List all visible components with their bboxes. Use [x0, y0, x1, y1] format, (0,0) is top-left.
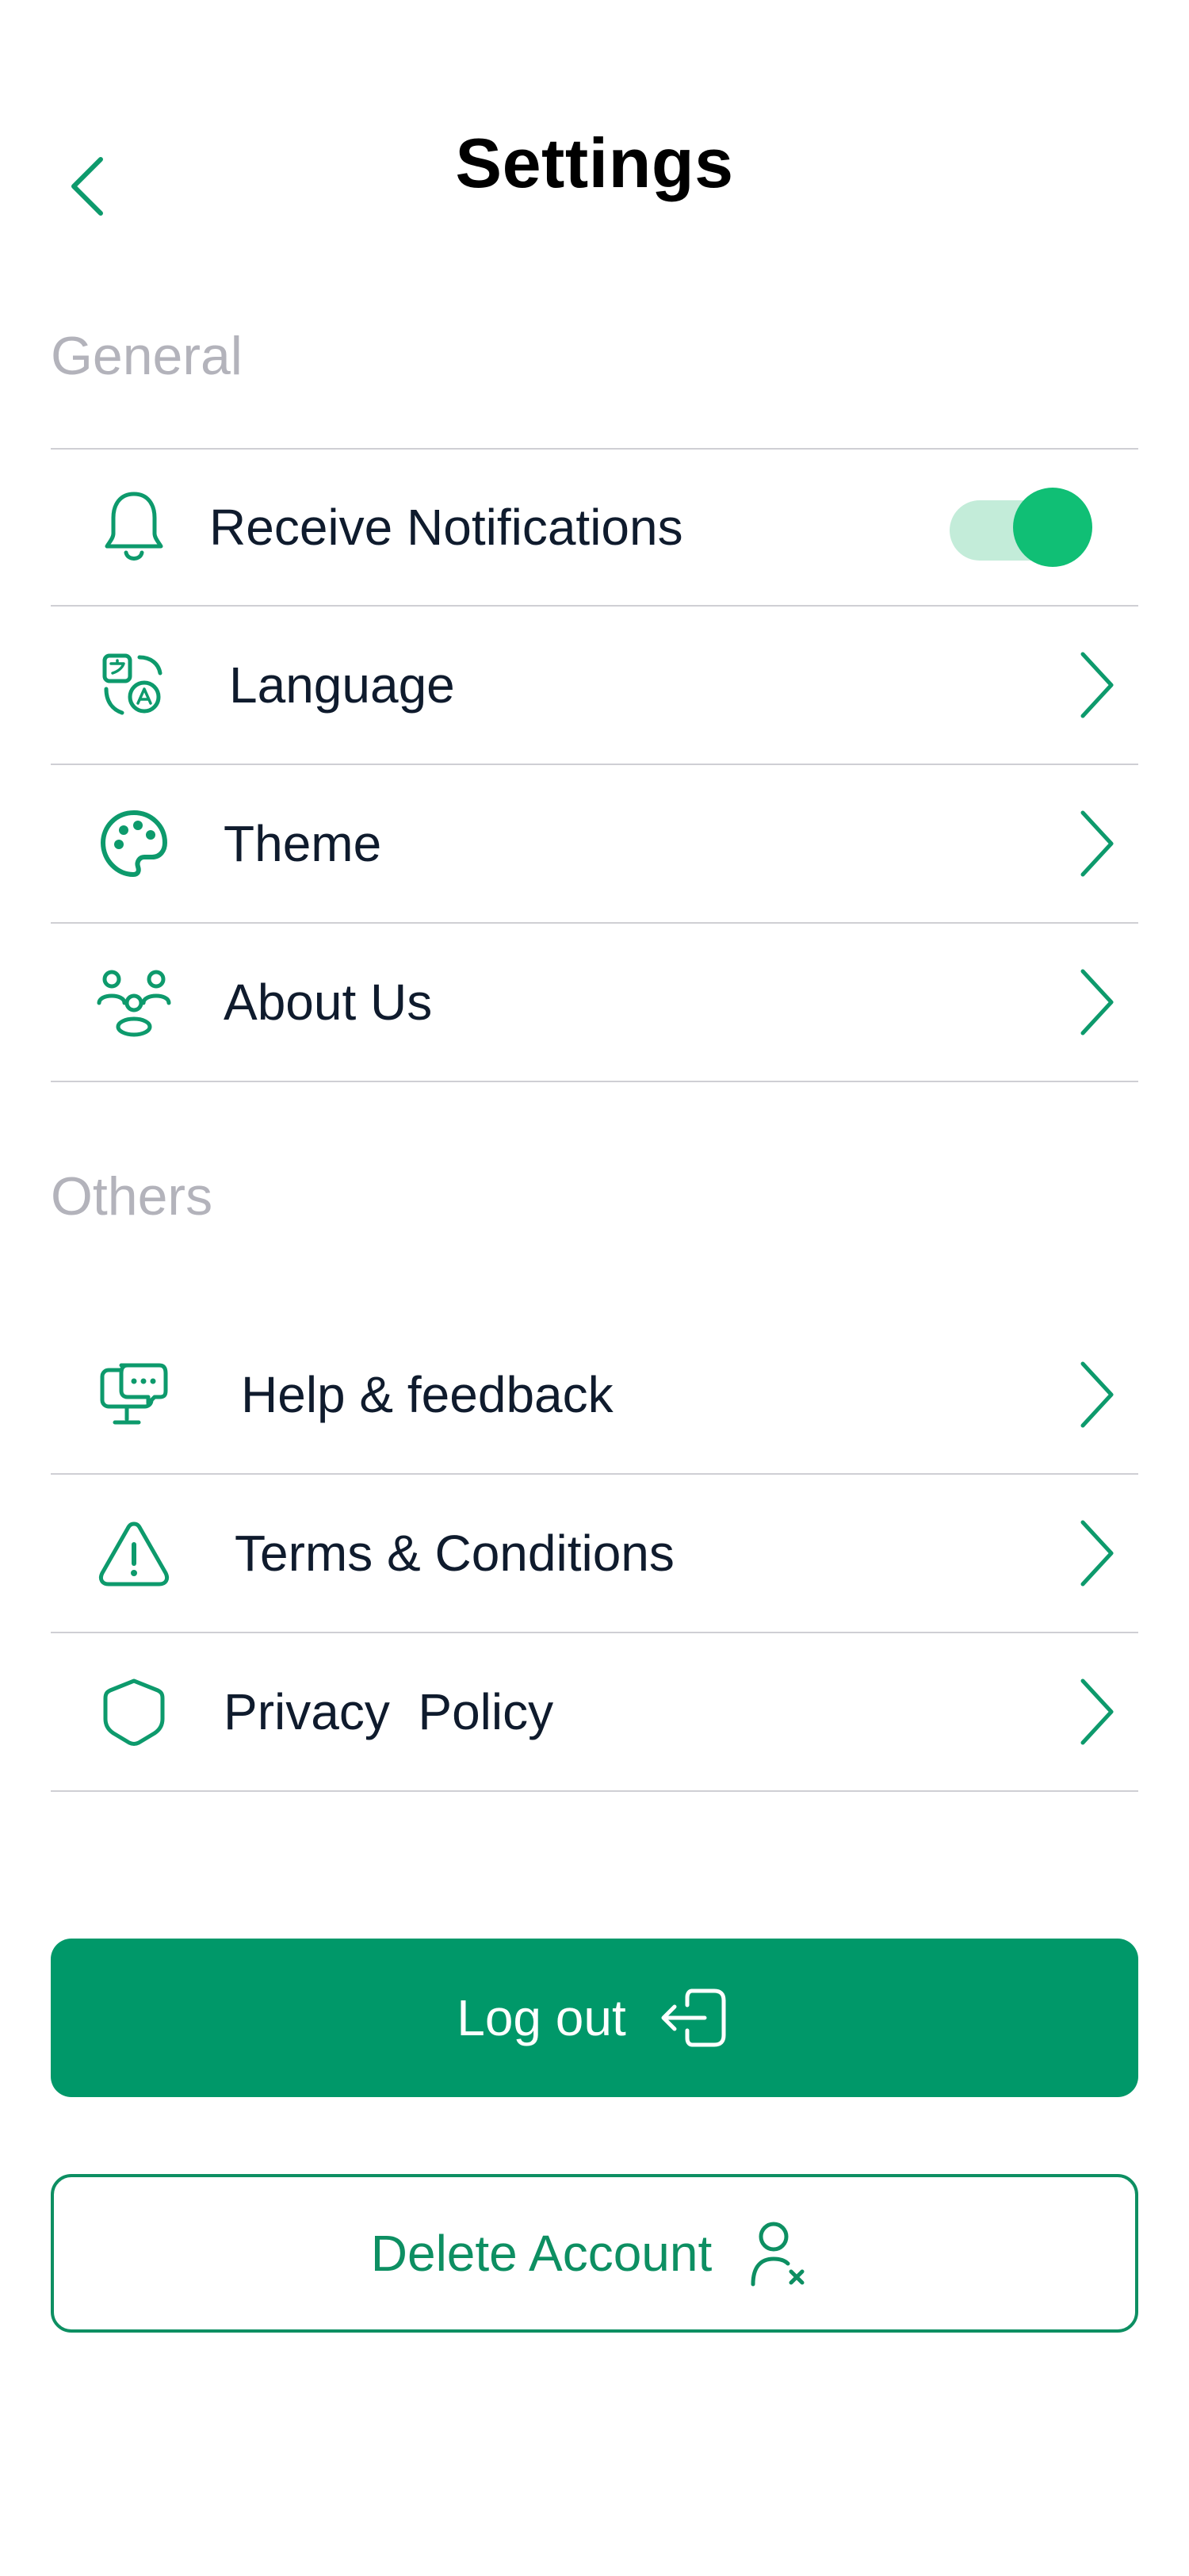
toggle-knob [1013, 488, 1092, 567]
settings-item-label: Theme [224, 815, 382, 872]
section-label-general: General [51, 326, 243, 386]
section-label-others: Others [51, 1166, 213, 1227]
logout-button[interactable]: Log out [51, 1939, 1138, 2097]
delete-account-label: Delete Account [370, 2225, 713, 2282]
notifications-toggle[interactable] [950, 488, 1092, 567]
chevron-right-icon [1080, 1520, 1114, 1587]
settings-item-label: About Us [224, 974, 433, 1031]
logout-label: Log out [457, 1989, 626, 2046]
settings-item-help-feedback[interactable]: Help & feedback [51, 1316, 1138, 1475]
translate-icon [94, 645, 174, 725]
bell-icon [94, 488, 174, 567]
shield-icon [94, 1672, 174, 1751]
logout-icon [653, 1978, 732, 2057]
settings-item-label: Receive Notifications [209, 499, 683, 556]
header: Settings [0, 0, 1189, 333]
settings-item-terms[interactable]: Terms & Conditions [51, 1475, 1138, 1633]
settings-item-label: Terms & Conditions [235, 1525, 675, 1582]
settings-item-language[interactable]: Language [51, 607, 1138, 765]
people-group-icon [94, 963, 174, 1042]
settings-item-label: Language [229, 656, 455, 714]
settings-item-theme[interactable]: Theme [51, 765, 1138, 924]
warning-triangle-icon [94, 1514, 174, 1593]
delete-account-button[interactable]: Delete Account [51, 2174, 1138, 2333]
chevron-right-icon [1080, 810, 1114, 877]
settings-item-privacy-policy[interactable]: Privacy Policy [51, 1633, 1138, 1792]
settings-item-notifications[interactable]: Receive Notifications [51, 448, 1138, 607]
page-title: Settings [455, 124, 734, 202]
others-settings-list: Help & feedback Terms & Conditions Priva… [51, 1316, 1138, 1792]
settings-item-label: Help & feedback [241, 1366, 614, 1423]
chevron-right-icon [1080, 1361, 1114, 1428]
settings-item-about-us[interactable]: About Us [51, 924, 1138, 1082]
palette-icon [94, 804, 174, 883]
chevron-right-icon [1080, 652, 1114, 718]
chat-feedback-icon [94, 1355, 174, 1434]
user-remove-icon [739, 2214, 818, 2293]
general-settings-list: Receive Notifications Language Theme Abo… [51, 448, 1138, 1082]
chevron-right-icon [1080, 969, 1114, 1035]
settings-item-label: Privacy Policy [224, 1683, 554, 1740]
chevron-right-icon [1080, 1678, 1114, 1745]
